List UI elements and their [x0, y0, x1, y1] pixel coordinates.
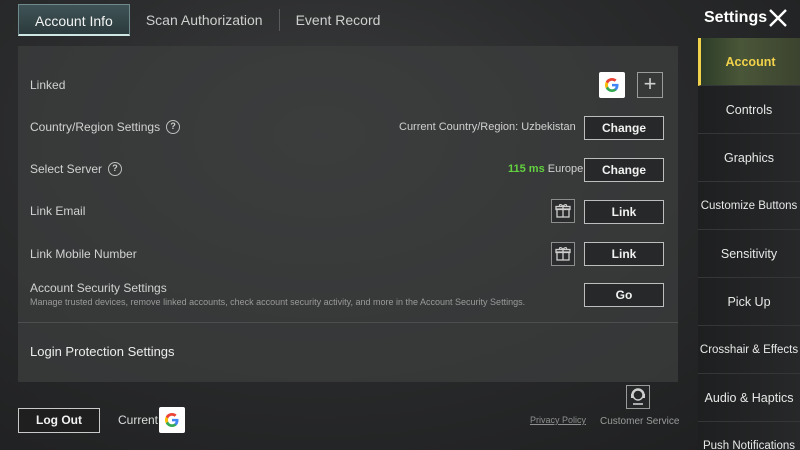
linked-row: Linked +	[18, 66, 678, 106]
google-g-icon	[599, 72, 625, 98]
customer-service-label[interactable]: Customer Service	[600, 416, 679, 427]
close-icon[interactable]	[768, 8, 788, 28]
login-protection-title: Login Protection Settings	[30, 344, 175, 359]
logout-button[interactable]: Log Out	[18, 408, 100, 433]
sidebar-item-sensitivity[interactable]: Sensitivity	[698, 230, 800, 278]
country-row: Country/Region Settings ? Current Countr…	[18, 108, 678, 148]
sidebar-item-push-notifications[interactable]: Push Notifications	[698, 422, 800, 450]
security-go-button[interactable]: Go	[584, 283, 664, 307]
mobile-label: Link Mobile Number	[30, 247, 137, 261]
security-description: Manage trusted devices, remove linked ac…	[30, 297, 526, 307]
country-label-group: Country/Region Settings ?	[30, 120, 181, 134]
gift-icon[interactable]	[551, 199, 575, 223]
server-info: 115 ms Europe	[508, 163, 583, 175]
server-label-group: Select Server ?	[30, 162, 123, 176]
email-link-button[interactable]: Link	[584, 200, 664, 224]
country-label: Country/Region Settings	[30, 120, 161, 134]
server-region: Europe	[547, 163, 584, 175]
sidebar-item-graphics[interactable]: Graphics	[698, 134, 800, 182]
top-tab-bar: Account Info Scan Authorization Event Re…	[18, 4, 678, 36]
sidebar-item-pick-up[interactable]: Pick Up	[698, 278, 800, 326]
sidebar-item-crosshair-effects[interactable]: Crosshair & Effects	[698, 326, 800, 374]
sidebar-item-controls[interactable]: Controls	[698, 86, 800, 134]
security-row: Account Security Settings Manage trusted…	[18, 276, 678, 322]
help-circle-icon[interactable]: ?	[108, 162, 123, 176]
linked-label: Linked	[30, 78, 66, 92]
help-circle-icon[interactable]: ?	[166, 120, 181, 134]
security-label: Account Security Settings	[30, 281, 167, 295]
section-divider	[18, 322, 678, 323]
sidebar-item-audio-haptics[interactable]: Audio & Haptics	[698, 374, 800, 422]
tab-event-record[interactable]: Event Record	[280, 4, 397, 36]
gift-icon[interactable]	[551, 242, 575, 266]
current-account-label: Current	[118, 413, 159, 427]
server-change-button[interactable]: Change	[584, 158, 664, 182]
mobile-link-button[interactable]: Link	[584, 242, 664, 266]
tab-account-info[interactable]: Account Info	[18, 4, 130, 36]
email-label: Link Email	[30, 204, 86, 218]
tab-scan-authorization[interactable]: Scan Authorization	[130, 4, 279, 36]
settings-title: Settings	[704, 9, 768, 26]
customer-service-icon[interactable]	[626, 385, 650, 409]
server-ping: 115 ms	[508, 163, 545, 175]
mobile-row: Link Mobile Number Link	[18, 234, 678, 274]
sidebar-item-customize-buttons[interactable]: Customize Buttons	[698, 182, 800, 230]
email-row: Link Email Link	[18, 191, 678, 231]
server-label: Select Server	[30, 162, 103, 176]
add-link-plus-icon[interactable]: +	[637, 72, 663, 98]
server-row: Select Server ? 115 ms Europe Change	[18, 150, 678, 190]
google-g-icon	[159, 407, 185, 433]
settings-sidebar: Account Controls Graphics Customize Butt…	[698, 38, 800, 450]
current-country-text: Current Country/Region: Uzbekistan	[399, 121, 576, 133]
country-change-button[interactable]: Change	[584, 116, 664, 140]
account-panel: Linked + Country/Region Settings ? Curre…	[18, 46, 678, 382]
sidebar-item-account[interactable]: Account	[698, 38, 800, 86]
privacy-policy-link[interactable]: Privacy Policy	[530, 415, 586, 425]
